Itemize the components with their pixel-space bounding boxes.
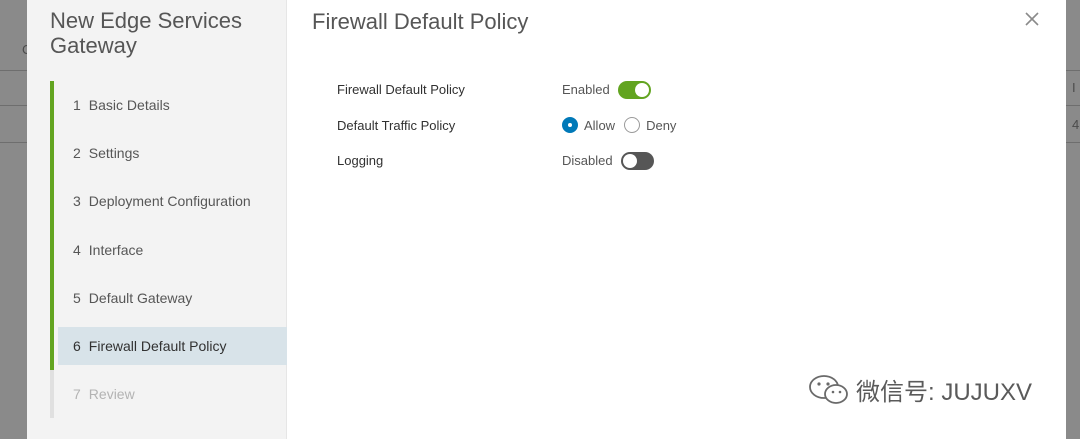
background-left: [0, 0, 27, 439]
background-divider: [1066, 142, 1080, 143]
step-review: 7 Review: [50, 370, 287, 419]
step-label: Settings: [88, 145, 140, 162]
step-number: 4: [73, 241, 81, 258]
deny-radio[interactable]: [624, 117, 641, 134]
step-number: 1: [73, 97, 81, 114]
watermark-text: 微信号: JUJUXV: [856, 379, 1033, 406]
logging-label: Logging: [337, 153, 384, 169]
firewall-policy-form: Firewall Default Policy Enabled Default …: [337, 72, 685, 179]
firewall-default-policy-label: Firewall Default Policy: [337, 82, 465, 98]
logging-status-text: Disabled: [562, 153, 613, 169]
step-settings[interactable]: 2 Settings: [50, 129, 287, 178]
wizard-steps: 1 Basic Details 2 Settings 3 Deployment …: [50, 81, 287, 419]
firewall-default-policy-toggle[interactable]: [617, 80, 651, 99]
step-number: 2: [73, 145, 81, 162]
toggle-knob: [622, 153, 637, 168]
allow-radio-label[interactable]: Allow: [584, 118, 615, 133]
default-traffic-policy-label: Default Traffic Policy: [337, 117, 456, 133]
step-basic-details[interactable]: 1 Basic Details: [50, 81, 287, 130]
background-divider: [0, 105, 27, 106]
step-label: Review: [88, 386, 135, 403]
firewall-default-policy-row: Firewall Default Policy Enabled: [337, 72, 685, 108]
step-label: Basic Details: [88, 97, 170, 114]
step-number: 5: [73, 289, 81, 306]
close-icon[interactable]: [1023, 10, 1041, 28]
step-number: 6: [73, 338, 81, 355]
step-active-wrapper: 6 Firewall Default Policy: [50, 321, 287, 371]
background-right: [1066, 0, 1080, 439]
logging-row: Logging Disabled: [337, 143, 685, 179]
wizard-sidebar: New Edge Services Gateway 1 Basic Detail…: [27, 0, 287, 439]
page-title: Firewall Default Policy: [312, 9, 529, 34]
step-label: Deployment Configuration: [88, 193, 251, 210]
step-label: Default Gateway: [88, 289, 193, 306]
deny-radio-label[interactable]: Deny: [646, 118, 676, 133]
watermark: 微信号: JUJUXV: [808, 372, 1032, 407]
step-number: 3: [73, 193, 81, 210]
default-traffic-policy-row: Default Traffic Policy Allow Deny: [337, 108, 685, 144]
wizard-title: New Edge Services Gateway: [50, 8, 242, 58]
allow-radio[interactable]: [562, 117, 578, 134]
background-cell: 4: [1072, 117, 1080, 132]
firewall-status-text: Enabled: [562, 82, 610, 98]
step-deployment-configuration[interactable]: 3 Deployment Configuration: [50, 177, 287, 226]
background-divider: [1066, 70, 1080, 71]
toggle-knob: [634, 82, 649, 97]
step-label: Interface: [88, 241, 144, 258]
background-divider: [0, 142, 27, 143]
step-number: 7: [73, 386, 81, 403]
step-interface[interactable]: 4 Interface: [50, 225, 287, 274]
wechat-icon: [809, 374, 848, 404]
background-divider: [1066, 105, 1080, 106]
step-label: Firewall Default Policy: [88, 338, 227, 355]
step-firewall-default-policy[interactable]: 6 Firewall Default Policy: [58, 327, 287, 366]
step-default-gateway[interactable]: 5 Default Gateway: [50, 273, 287, 322]
background-divider: [0, 70, 27, 71]
background-column-header: I: [1072, 80, 1076, 95]
logging-toggle[interactable]: [620, 151, 654, 170]
